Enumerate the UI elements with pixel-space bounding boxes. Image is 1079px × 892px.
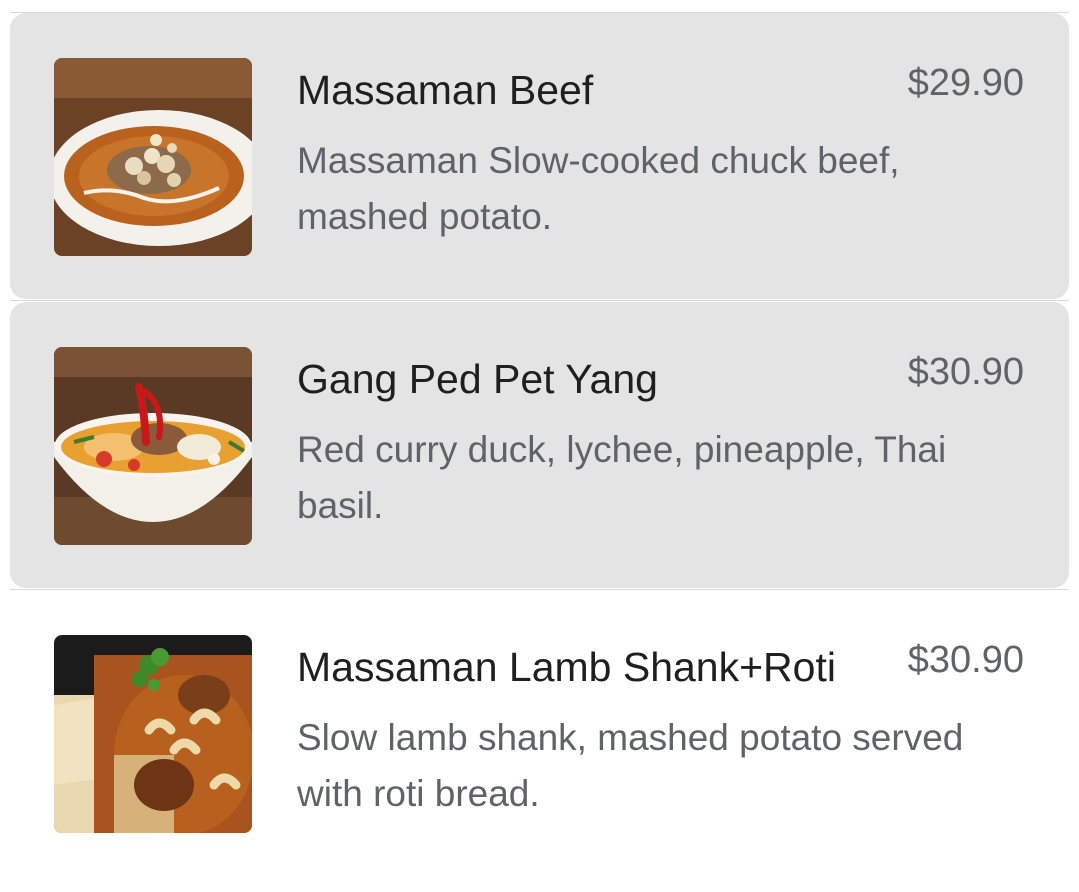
curry-bowl-image [54, 58, 252, 256]
item-description: Red curry duck, lychee, pineapple, Thai … [297, 429, 947, 526]
menu-list: Massaman Beef $29.90 Massaman Slow-cooke… [0, 0, 1079, 892]
item-price: $29.90 [907, 62, 1024, 104]
item-price: $30.90 [907, 351, 1024, 393]
item-description: Massaman Slow-cooked chuck beef, mashed … [297, 140, 900, 237]
item-name: Massaman Beef [297, 67, 594, 113]
divider [10, 300, 1069, 301]
lamb-shank-image [54, 635, 252, 833]
item-name: Massaman Lamb Shank+Roti [297, 644, 836, 690]
menu-item-gang-ped-pet-yang[interactable]: Gang Ped Pet Yang $30.90 Red curry duck,… [10, 302, 1069, 588]
menu-item-massaman-beef[interactable]: Massaman Beef $29.90 Massaman Slow-cooke… [10, 13, 1069, 299]
item-description: Slow lamb shank, mashed potato served wi… [297, 717, 964, 814]
menu-item-massaman-lamb-shank-roti[interactable]: Massaman Lamb Shank+Roti $30.90 Slow lam… [10, 590, 1069, 876]
item-name: Gang Ped Pet Yang [297, 356, 658, 402]
red-curry-bowl-image [54, 347, 252, 545]
item-price: $30.90 [907, 639, 1024, 681]
